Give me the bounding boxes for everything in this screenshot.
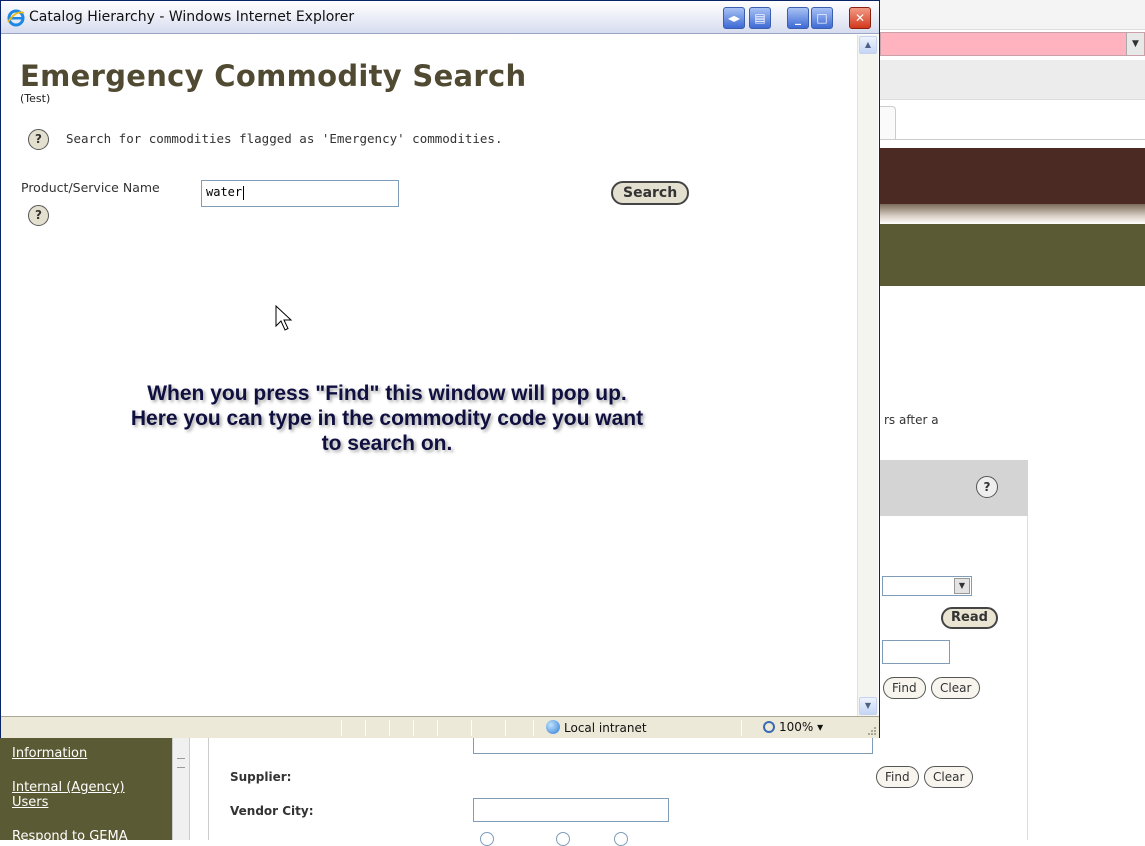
status-divider: [389, 720, 390, 736]
security-zone-label: Local intranet: [564, 721, 647, 735]
chevron-down-icon[interactable]: ▼: [1126, 33, 1144, 55]
background-top-bar: [880, 0, 1145, 30]
ie-logo-icon: [7, 9, 25, 27]
security-zone[interactable]: Local intranet: [546, 720, 647, 735]
callout-line: Here you can type in the commodity code …: [130, 407, 644, 430]
background-radio[interactable]: [614, 832, 628, 846]
background-sidebar: Information Internal (Agency) Users Resp…: [0, 738, 172, 844]
status-divider: [505, 720, 506, 736]
window-title: Catalog Hierarchy - Windows Internet Exp…: [29, 9, 355, 25]
help-icon[interactable]: ?: [976, 476, 998, 498]
status-divider: [365, 720, 366, 736]
vendor-city-label: Vendor City:: [230, 804, 314, 818]
product-service-label: Product/Service Name: [21, 180, 160, 195]
background-input[interactable]: [882, 640, 950, 664]
background-tab[interactable]: [880, 106, 896, 140]
status-divider: [437, 720, 438, 736]
globe-icon: [546, 720, 560, 734]
grip-icon[interactable]: [177, 758, 185, 768]
tutorial-callout: When you press "Find" this window will p…: [47, 381, 727, 456]
zoom-icon: [763, 721, 775, 733]
supplier-label: Supplier:: [230, 770, 292, 784]
title-bar[interactable]: Catalog Hierarchy - Windows Internet Exp…: [1, 1, 879, 34]
sidebar-item-users[interactable]: Users: [12, 795, 48, 810]
status-divider: [341, 720, 342, 736]
background-radio[interactable]: [556, 832, 570, 846]
page-description: Search for commodities flagged as 'Emerg…: [66, 131, 503, 146]
popup-content: Emergency Commodity Search (Test) ? Sear…: [7, 35, 857, 716]
zoom-level: 100%: [779, 720, 814, 734]
background-pink-dropdown[interactable]: ▼: [880, 32, 1145, 56]
read-button[interactable]: Read: [941, 607, 998, 629]
product-service-input[interactable]: water: [201, 180, 399, 207]
clear-button[interactable]: Clear: [931, 677, 981, 699]
mouse-pointer-icon: [275, 305, 293, 331]
pages-icon[interactable]: ▤: [749, 7, 771, 29]
callout-line: to search on.: [321, 432, 453, 455]
page-subtitle: (Test): [20, 92, 51, 105]
supplier-find-button[interactable]: Find: [876, 766, 919, 788]
popup-window: Catalog Hierarchy - Windows Internet Exp…: [0, 0, 880, 738]
background-tab-line: [880, 139, 1145, 140]
background-nav-band: [880, 224, 1145, 286]
sidebar-splitter[interactable]: [172, 738, 190, 840]
status-divider: [533, 720, 534, 736]
background-grey-band: [880, 60, 1145, 100]
background-header-band: [880, 148, 1145, 204]
back-forward-icon[interactable]: ◂▸: [723, 7, 745, 29]
background-section-header: [880, 460, 1028, 516]
status-divider: [471, 720, 472, 736]
maximize-button[interactable]: □: [811, 7, 833, 29]
status-bar: Local intranet 100% ▾: [1, 716, 879, 738]
status-divider: [741, 720, 742, 736]
callout-line: When you press "Find" this window will p…: [147, 382, 627, 405]
sidebar-item-respond-gema[interactable]: Respond to GEMA: [12, 829, 128, 844]
vertical-scrollbar[interactable]: ▲ ▼: [857, 35, 878, 716]
scroll-up-icon[interactable]: ▲: [859, 36, 877, 54]
zoom-control[interactable]: 100% ▾: [763, 720, 823, 734]
resize-grip-icon[interactable]: [867, 726, 877, 736]
close-button[interactable]: ✕: [849, 7, 871, 29]
product-service-value: water: [206, 185, 243, 199]
background-instruction-text: rs after a: [884, 413, 939, 427]
find-button[interactable]: Find: [883, 677, 926, 699]
search-button[interactable]: Search: [611, 181, 690, 205]
minimize-button[interactable]: _: [787, 7, 809, 29]
vendor-city-input[interactable]: [473, 798, 669, 822]
supplier-clear-button[interactable]: Clear: [924, 766, 974, 788]
page-title: Emergency Commodity Search: [20, 59, 527, 93]
background-gradient-divider: [880, 204, 1145, 224]
scroll-down-icon[interactable]: ▼: [859, 697, 877, 715]
chevron-down-icon[interactable]: ▼: [954, 578, 970, 594]
background-content-border: [208, 738, 209, 840]
sidebar-item-information[interactable]: Information: [12, 746, 87, 761]
background-radio[interactable]: [480, 832, 494, 846]
help-icon[interactable]: ?: [28, 205, 49, 226]
help-icon[interactable]: ?: [28, 129, 49, 150]
status-divider: [413, 720, 414, 736]
background-partial-input[interactable]: [473, 738, 873, 754]
sidebar-item-internal-agency[interactable]: Internal (Agency): [12, 780, 125, 795]
background-select[interactable]: ▼: [882, 576, 972, 596]
